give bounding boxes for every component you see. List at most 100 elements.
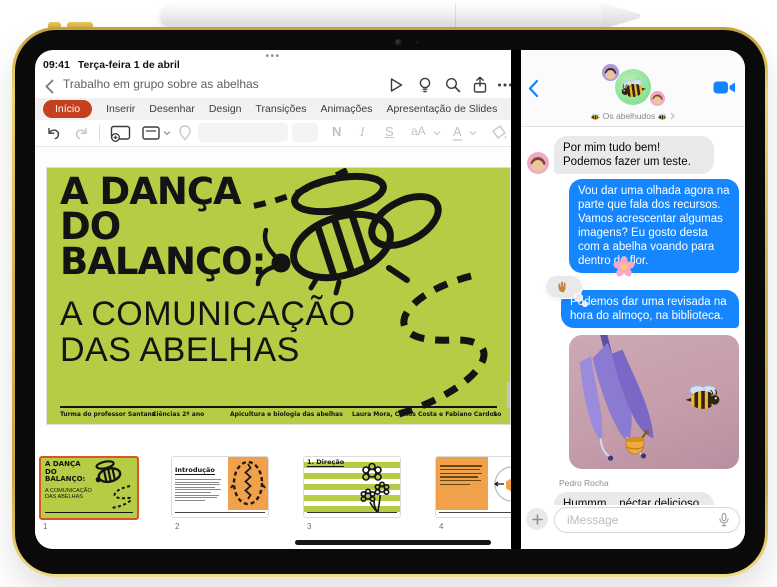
underline-button[interactable]: S [385, 124, 394, 139]
slide-1[interactable]: A DANÇA DO BALANÇO: A COMUNICAÇÃO DAS AB… [47, 168, 510, 424]
tab-transicoes[interactable]: Transições [256, 103, 307, 115]
slide-footer-authors: Laura Mora, Carlos Costa e Fabiano Cardo… [352, 411, 501, 418]
bee-emoji-icon [658, 113, 667, 120]
message-bubble[interactable]: Podemos dar uma revisada na hora do almo… [561, 290, 739, 328]
window-handle[interactable]: ••• [35, 51, 511, 62]
attachments-plus-button[interactable] [526, 508, 548, 530]
slide-title[interactable]: A DANÇA DO BALANÇO: [60, 174, 265, 279]
message-bubble[interactable]: Por mim tudo bem! Podemos fazer um teste… [554, 136, 714, 174]
powerpoint-window: 09:41Terça-feira 1 de abril ••• Trabalho… [35, 50, 511, 549]
home-indicator[interactable] [295, 540, 491, 545]
slide-footer-rule [60, 406, 497, 408]
slide-footer-subject: Ciências 2º ano [152, 411, 204, 418]
play-icon[interactable] [387, 76, 405, 94]
font-color-button[interactable]: A [453, 124, 462, 141]
thumbnail-slide-4[interactable] [435, 456, 511, 518]
message-bubble[interactable]: Vou dar uma olhada agora na parte que fa… [569, 179, 739, 273]
redo-icon[interactable] [73, 125, 90, 142]
ipad-screen: 09:41Terça-feira 1 de abril ••• Trabalho… [35, 50, 745, 549]
bee-emoji-icon [591, 113, 600, 120]
photo-content [569, 335, 739, 469]
slide-subtitle-line: A COMUNICAÇÃO [60, 296, 356, 332]
italic-button[interactable]: I [360, 124, 364, 140]
tab-inicio[interactable]: Início [43, 100, 92, 118]
group-name-row[interactable]: Os abelhudos [521, 111, 745, 121]
thumb2-title: Introdução [175, 466, 215, 475]
message-row-outgoing: Vou dar uma olhada agora na parte que fa… [569, 179, 739, 273]
member-avatar[interactable] [601, 63, 620, 82]
back-icon[interactable] [45, 79, 54, 94]
sender-name: Pedro Rocha [559, 476, 739, 490]
slide-title-line: DO [60, 209, 265, 244]
thumbnail-strip: A DANÇA DO BALANÇO: A COMUNICAÇÃO DAS AB… [35, 428, 511, 549]
undo-icon[interactable] [45, 125, 62, 142]
tapback-tail-dot [582, 301, 588, 307]
font-size-field[interactable] [292, 123, 318, 142]
message-text: Por mim tudo bem! Podemos fazer um teste… [563, 142, 691, 168]
apple-pencil-body [160, 3, 602, 29]
member-avatar[interactable] [649, 90, 666, 107]
apple-pencil-tip [602, 3, 640, 29]
back-icon[interactable] [528, 79, 539, 98]
imessage-input[interactable] [565, 510, 709, 530]
font-name-field[interactable] [198, 123, 288, 142]
bold-button[interactable]: N [332, 124, 341, 139]
screenshot-root: 09:41Terça-feira 1 de abril ••• Trabalho… [0, 0, 777, 587]
group-name: Os abelhudos [603, 111, 655, 121]
tab-apresentacao[interactable]: Apresentação de Slides [386, 103, 497, 115]
share-icon[interactable] [471, 76, 489, 94]
group-avatar[interactable] [615, 69, 651, 105]
thumb2-text-block: Introdução [175, 459, 223, 502]
sender-avatar[interactable] [527, 152, 549, 174]
thumb2-diagram-panel [228, 457, 268, 510]
thumbnail-slide-3[interactable]: 1. Direção [303, 456, 401, 518]
lightbulb-icon[interactable] [416, 76, 434, 94]
more-icon[interactable] [496, 76, 511, 94]
slide-subtitle[interactable]: A COMUNICAÇÃO DAS ABELHAS [60, 296, 356, 368]
thumbnail-slide-2[interactable]: Introdução [171, 456, 269, 518]
tab-animacoes[interactable]: Animações [320, 103, 372, 115]
ipad-bezel: 09:41Terça-feira 1 de abril ••• Trabalho… [15, 30, 765, 574]
thumb1-subtitle: A COMUNICAÇÃO DAS ABELHAS [45, 488, 92, 500]
conversation-header: Os abelhudos [521, 50, 745, 127]
dictation-mic-icon[interactable] [718, 512, 730, 528]
ribbon-tabs: Início Inserir Desenhar Design Transiçõe… [35, 98, 511, 120]
thumb2-footer-rule [175, 512, 265, 513]
layout-icon[interactable] [141, 125, 161, 141]
thumbnail-slide-1[interactable]: A DANÇA DO BALANÇO: A COMUNICAÇÃO DAS AB… [39, 456, 139, 520]
photo-message-flower-bee[interactable] [569, 335, 739, 469]
font-color-chevron-icon[interactable] [469, 130, 477, 136]
thumb1-bee-icon [89, 460, 129, 486]
canvas-scrollbar[interactable] [507, 382, 510, 408]
thumb1-trail-icon [97, 484, 133, 510]
format-toolbar: N I S aA A [35, 120, 511, 147]
slide-title-line: A DANÇA [60, 174, 265, 209]
thumbnail-number: 2 [175, 522, 179, 531]
tapback-tail-dot [574, 293, 583, 302]
font-resize-button[interactable]: aA [411, 124, 426, 138]
front-camera [395, 39, 402, 46]
chevron-right-icon [670, 112, 675, 120]
tab-design[interactable]: Design [209, 103, 242, 115]
slide-footer-class: Turma do professor Santana [60, 411, 156, 418]
thumb4-footer-rule [439, 512, 511, 513]
thumb4-text-block [436, 457, 488, 510]
pin-icon[interactable] [177, 124, 193, 142]
thumb1-title: A DANÇA DO BALANÇO: [45, 461, 85, 484]
tab-desenhar[interactable]: Desenhar [149, 103, 195, 115]
search-icon[interactable] [444, 76, 462, 94]
thumb3-title: 1. Direção [307, 458, 344, 467]
tapback-love-you-gesture[interactable] [545, 275, 583, 299]
slide-canvas[interactable]: A DANÇA DO BALANÇO: A COMUNICAÇÃO DAS AB… [35, 147, 511, 428]
tab-inserir[interactable]: Inserir [106, 103, 135, 115]
slide-footer-page-number: 1 [493, 411, 497, 418]
thumbnail-number: 3 [307, 522, 311, 531]
font-resize-chevron-icon[interactable] [433, 130, 441, 136]
new-slide-icon[interactable] [109, 124, 133, 142]
fill-bucket-icon[interactable] [491, 124, 508, 141]
message-row-incoming: Por mim tudo bem! Podemos fazer um teste… [527, 136, 739, 174]
message-input-pill[interactable] [554, 507, 740, 533]
facetime-video-icon[interactable] [713, 80, 736, 95]
layout-chevron-icon[interactable] [163, 130, 171, 136]
message-text: Vou dar uma olhada agora na parte que fa… [578, 185, 730, 267]
